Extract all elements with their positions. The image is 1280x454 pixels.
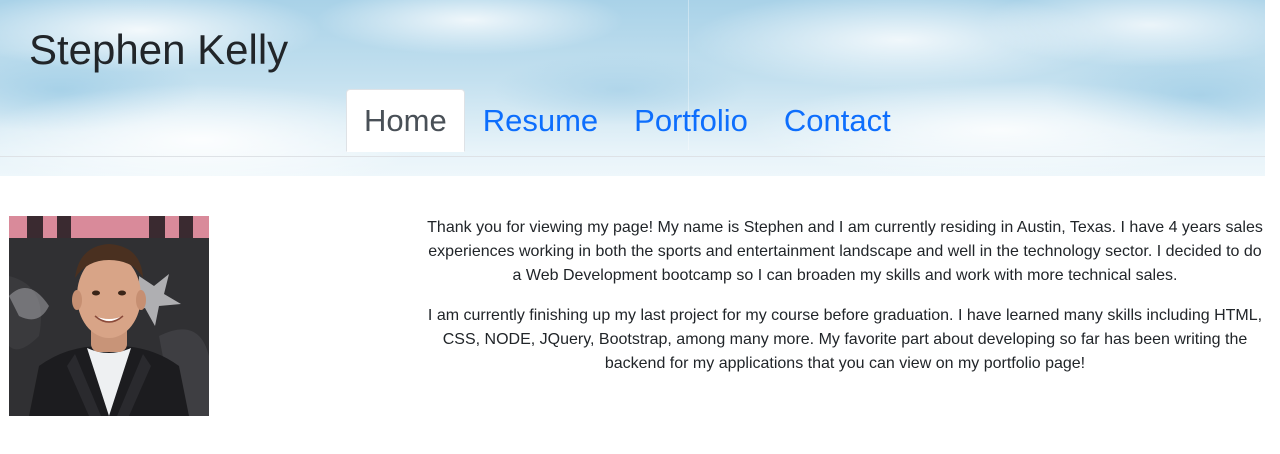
- nav-divider: [0, 156, 1265, 157]
- nav-tabs: Home Resume Portfolio Contact: [346, 89, 909, 152]
- about-paragraph-1: Thank you for viewing my page! My name i…: [427, 219, 1263, 284]
- nav-tab-portfolio[interactable]: Portfolio: [616, 89, 766, 152]
- header-banner: Stephen Kelly Home Resume Portfolio Cont…: [0, 0, 1265, 176]
- profile-photo-illustration: [9, 216, 209, 416]
- nav-tab-home[interactable]: Home: [346, 89, 465, 152]
- about-paragraph-2: I am currently finishing up my last proj…: [427, 307, 1263, 372]
- nav-tab-contact[interactable]: Contact: [766, 89, 909, 152]
- about-text: Thank you for viewing my page! My name i…: [425, 216, 1265, 392]
- nav-tab-resume[interactable]: Resume: [465, 89, 616, 152]
- site-title: Stephen Kelly: [29, 26, 289, 73]
- profile-photo: [9, 216, 209, 416]
